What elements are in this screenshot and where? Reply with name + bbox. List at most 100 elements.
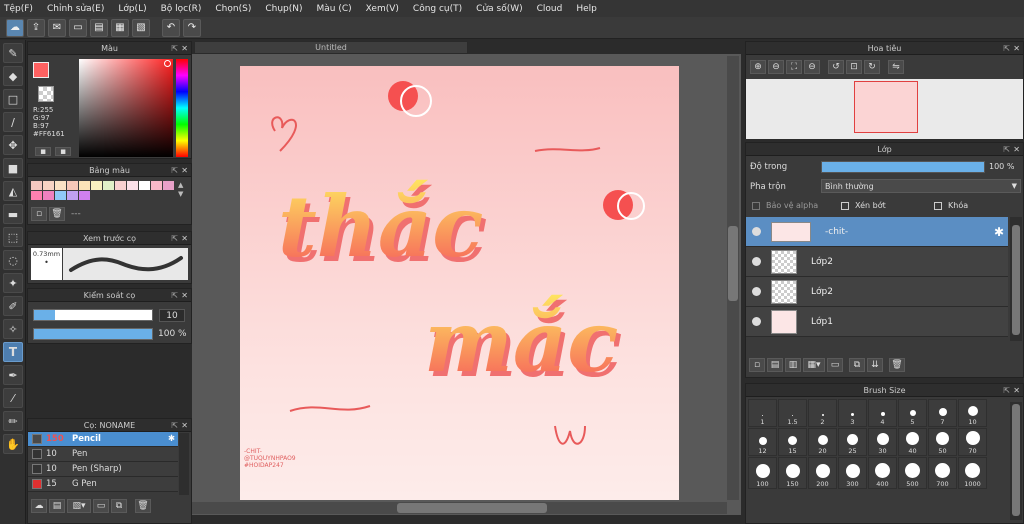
brush-size-cell[interactable]: 300 <box>838 457 867 489</box>
palette-swatches[interactable] <box>31 181 181 201</box>
document-icon[interactable]: ▤ <box>90 18 108 37</box>
brush-size-cell[interactable]: 150 <box>778 457 807 489</box>
brush-size-cell[interactable]: 20 <box>808 428 837 456</box>
bucket-tool-icon[interactable]: ◭ <box>3 181 23 201</box>
delete-palette-icon[interactable]: 🗑 <box>49 207 65 221</box>
navigator-preview[interactable] <box>746 79 1023 139</box>
brush-size-cell[interactable]: 200 <box>808 457 837 489</box>
menu-color[interactable]: Màu (C) <box>317 4 352 14</box>
brush-item-pencil[interactable]: 150 Pencil ✱ <box>28 432 178 447</box>
eyedropper-tool-icon[interactable]: ⁄ <box>3 388 23 408</box>
new-layer-8bit-icon[interactable]: ▤ <box>767 358 783 372</box>
brush-tool-icon[interactable]: ✎ <box>3 43 23 63</box>
menu-view[interactable]: Xem(V) <box>366 4 399 14</box>
menu-edit[interactable]: Chỉnh sửa(E) <box>47 4 104 14</box>
brush-item-pen[interactable]: 10 Pen <box>28 447 178 462</box>
pen-tool-icon[interactable]: ✒ <box>3 365 23 385</box>
menu-cloud[interactable]: Cloud <box>537 4 563 14</box>
hand-tool-icon[interactable]: ✋ <box>3 434 23 454</box>
duplicate-icon[interactable]: ⧉ <box>111 499 127 513</box>
gradient-tool-icon[interactable]: ▬ <box>3 204 23 224</box>
brush-list-scrollbar[interactable] <box>179 433 189 495</box>
undo-icon[interactable]: ↶ <box>162 18 180 37</box>
eraser-tool-icon[interactable]: ◆ <box>3 66 23 86</box>
brush-size-cell[interactable]: 15 <box>778 428 807 456</box>
layer-row[interactable]: -chit- ✱ <box>746 217 1008 247</box>
brush-cloud-icon[interactable]: ☁ <box>31 499 47 513</box>
zoom-out-icon[interactable]: ⊖ <box>768 60 784 74</box>
brush-size-cell[interactable]: 500 <box>898 457 927 489</box>
brush-item-g-pen[interactable]: 15 G Pen <box>28 477 178 492</box>
folder-icon[interactable]: ▭ <box>93 499 109 513</box>
color-mode-button[interactable]: ▪ <box>35 147 51 157</box>
brush-item-pen-sharp[interactable]: 10 Pen (Sharp) <box>28 462 178 477</box>
menu-help[interactable]: Help <box>576 4 597 14</box>
canvas-vertical-scrollbar[interactable] <box>727 56 739 500</box>
brush-size-cell[interactable]: 100 <box>748 457 777 489</box>
primary-color-swatch[interactable] <box>33 62 49 78</box>
menu-layer[interactable]: Lớp(L) <box>118 4 146 14</box>
chat-icon[interactable]: ✉ <box>48 18 66 37</box>
brush-size-cell[interactable]: 3 <box>838 399 867 427</box>
menu-select[interactable]: Chọn(S) <box>215 4 251 14</box>
smudge-tool-icon[interactable]: ∕ <box>3 112 23 132</box>
rotate-left-icon[interactable]: ↺ <box>828 60 844 74</box>
saturation-value-square[interactable] <box>79 59 173 157</box>
brush-size-cell[interactable]: 700 <box>928 457 957 489</box>
select-pen-tool-icon[interactable]: ✐ <box>3 296 23 316</box>
brush-size-cell[interactable]: 40 <box>898 428 927 456</box>
menu-tools[interactable]: Công cụ(T) <box>413 4 462 14</box>
move-tool-icon[interactable]: ✥ <box>3 135 23 155</box>
brush-size-cell[interactable]: 2 <box>808 399 837 427</box>
menu-filter[interactable]: Bộ lọc(R) <box>161 4 202 14</box>
grid-icon[interactable]: ▦ <box>111 18 129 37</box>
blend-mode-select[interactable]: Bình thường ▼ <box>821 179 1021 193</box>
share-icon[interactable]: ⇪ <box>27 18 45 37</box>
hue-slider[interactable] <box>176 59 188 157</box>
menu-file[interactable]: Tệp(F) <box>4 4 33 14</box>
brush-size-cell[interactable]: 12 <box>748 428 777 456</box>
comment-icon[interactable]: ▭ <box>69 18 87 37</box>
cloud-icon[interactable]: ☁ <box>6 18 24 37</box>
reset-view-icon[interactable]: ⊡ <box>846 60 862 74</box>
brush-size-cell[interactable]: 70 <box>958 428 987 456</box>
zoom-minus-icon[interactable]: ⊖ <box>804 60 820 74</box>
layer-row[interactable]: Lớp2 <box>746 247 1008 277</box>
brush-size-cell[interactable]: 7 <box>928 399 957 427</box>
merge-layer-icon[interactable]: ⇊ <box>867 358 883 372</box>
palette-scroll[interactable]: ▲ ▼ <box>178 181 183 199</box>
document-tab[interactable]: Untitled <box>194 41 468 54</box>
select-tool-icon[interactable]: ⬚ <box>3 227 23 247</box>
brush-size-cell[interactable]: 1.5 <box>778 399 807 427</box>
fit-icon[interactable]: ⛶ <box>786 60 802 74</box>
new-layer-1bit-icon[interactable]: ▥ <box>785 358 801 372</box>
brush-size-cell[interactable]: 25 <box>838 428 867 456</box>
brush-size-scrollbar[interactable] <box>1010 402 1022 520</box>
drawing-canvas[interactable]: thắc thắc mắc mắc -CHIT- @TUQUYNHPAO9 #H… <box>240 66 679 500</box>
visibility-icon[interactable] <box>752 317 761 326</box>
brush-opacity-slider[interactable] <box>33 328 153 340</box>
visibility-icon[interactable] <box>752 227 761 236</box>
redo-icon[interactable]: ↷ <box>183 18 201 37</box>
lasso-tool-icon[interactable]: ◌ <box>3 250 23 270</box>
brush-size-slider[interactable] <box>33 309 153 321</box>
brush-size-cell[interactable]: 5 <box>898 399 927 427</box>
zoom-in-icon[interactable]: ⊕ <box>750 60 766 74</box>
lock-checkbox[interactable]: Khóa <box>934 201 968 210</box>
text-tool-icon[interactable]: T <box>3 342 23 362</box>
canvas-horizontal-scrollbar[interactable] <box>192 502 727 514</box>
rect-select-tool-icon[interactable]: □ <box>3 89 23 109</box>
secondary-color-swatch[interactable] <box>38 86 54 102</box>
brush-size-cell[interactable]: 1000 <box>958 457 987 489</box>
brush-size-cell[interactable]: 30 <box>868 428 897 456</box>
layer-list-scrollbar[interactable] <box>1010 217 1022 341</box>
gear-icon[interactable]: ✱ <box>994 225 1004 239</box>
panels-icon[interactable]: ▧ <box>132 18 150 37</box>
magic-wand-tool-icon[interactable]: ✦ <box>3 273 23 293</box>
duplicate-layer-icon[interactable]: ⧉ <box>849 358 865 372</box>
menu-capture[interactable]: Chụp(N) <box>265 4 302 14</box>
rotate-right-icon[interactable]: ↻ <box>864 60 880 74</box>
add-layer-menu-icon[interactable]: ▦▾ <box>803 358 825 372</box>
brush-size-cell[interactable]: 50 <box>928 428 957 456</box>
flip-icon[interactable]: ⇋ <box>888 60 904 74</box>
